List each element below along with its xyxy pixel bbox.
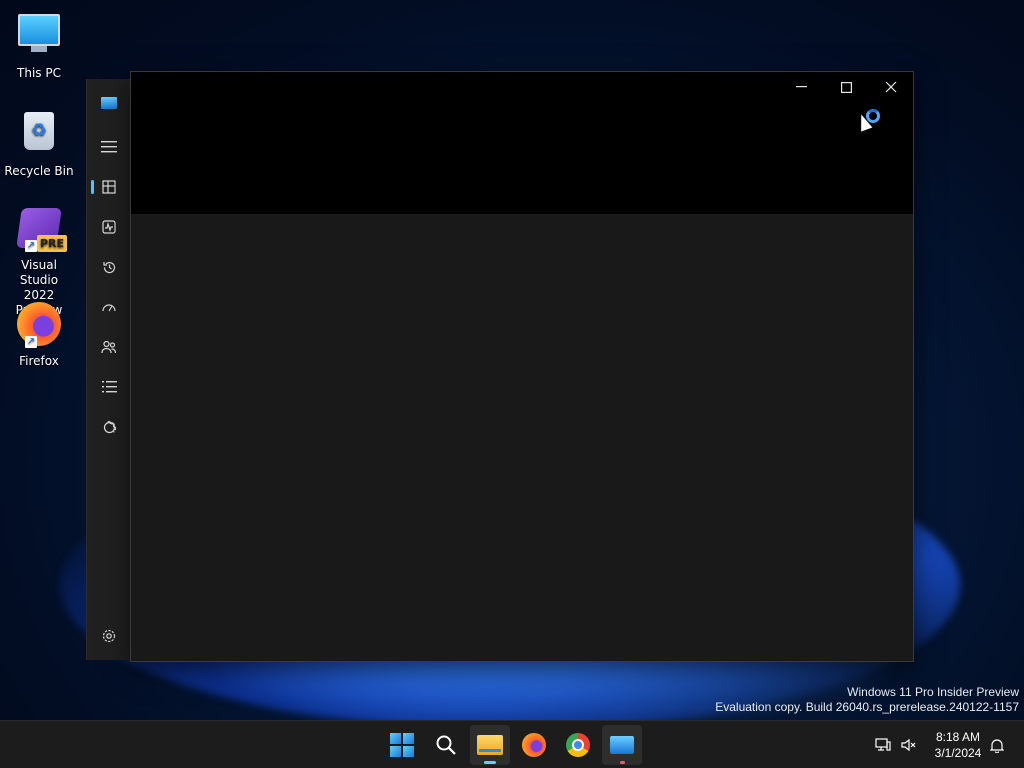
app-window [130, 71, 914, 662]
system-tray [872, 721, 920, 768]
app-history-icon[interactable] [91, 251, 127, 283]
desktop-icon-firefox[interactable]: ↗ Firefox [4, 300, 74, 369]
processes-icon[interactable] [91, 171, 127, 203]
firefox-taskbar-button[interactable] [514, 725, 554, 765]
app-sidebar [86, 79, 130, 660]
desktop-icon-label: Recycle Bin [4, 164, 74, 178]
settings-icon[interactable] [91, 620, 127, 652]
network-icon[interactable] [872, 734, 894, 756]
app-logo-icon [91, 87, 127, 119]
windows-logo-icon [390, 733, 414, 757]
performance-icon[interactable] [91, 211, 127, 243]
content-area [131, 214, 913, 661]
watermark-line2: Evaluation copy. Build 26040.rs_prerelea… [715, 700, 1019, 714]
this-pc-icon [15, 14, 63, 62]
minimize-button[interactable] [778, 72, 824, 102]
pre-badge: PRE [36, 235, 67, 252]
bell-icon [990, 738, 1004, 753]
maximize-icon [840, 81, 852, 93]
desktop-icon-label: This PC [17, 66, 61, 80]
firefox-icon: ↗ [15, 302, 63, 350]
evaluation-watermark: Windows 11 Pro Insider Preview Evaluatio… [715, 685, 1019, 715]
services-icon[interactable] [91, 411, 127, 443]
folder-icon [477, 735, 503, 755]
task-manager-icon [610, 736, 634, 754]
startup-apps-icon[interactable] [91, 291, 127, 323]
watermark-line1: Windows 11 Pro Insider Preview [847, 685, 1019, 699]
clock-date: 3/1/2024 [934, 746, 982, 760]
minimize-icon [795, 86, 807, 88]
search-button[interactable] [426, 725, 466, 765]
chrome-taskbar-button[interactable] [558, 725, 598, 765]
desktop-icon-this-pc[interactable]: This PC [4, 10, 74, 81]
volume-muted-icon[interactable] [898, 734, 920, 756]
maximize-button[interactable] [823, 72, 869, 102]
desktop-icon-label: Firefox [19, 354, 59, 368]
close-icon [885, 81, 897, 93]
title-bar[interactable] [131, 72, 913, 214]
close-button[interactable] [868, 72, 914, 102]
visual-studio-icon: PRE ↗ [15, 206, 67, 254]
taskbar: 8:18 AM 3/1/2024 [0, 720, 1024, 768]
shortcut-arrow-icon: ↗ [25, 240, 37, 252]
task-manager-taskbar-button[interactable] [602, 725, 642, 765]
clock-time: 8:18 AM [935, 730, 981, 744]
notifications-button[interactable] [986, 734, 1008, 756]
shortcut-arrow-icon: ↗ [25, 336, 37, 348]
hamburger-menu-icon[interactable] [91, 131, 127, 163]
chrome-icon [566, 733, 590, 757]
search-icon [436, 735, 456, 755]
desktop-icon-recycle-bin[interactable]: ♻ Recycle Bin [4, 106, 74, 179]
details-icon[interactable] [91, 371, 127, 403]
users-icon[interactable] [91, 331, 127, 363]
recycle-bin-icon: ♻ [15, 112, 63, 160]
firefox-icon [522, 733, 546, 757]
file-explorer-button[interactable] [470, 725, 510, 765]
clock[interactable]: 8:18 AM 3/1/2024 [928, 729, 988, 761]
start-button[interactable] [382, 725, 422, 765]
